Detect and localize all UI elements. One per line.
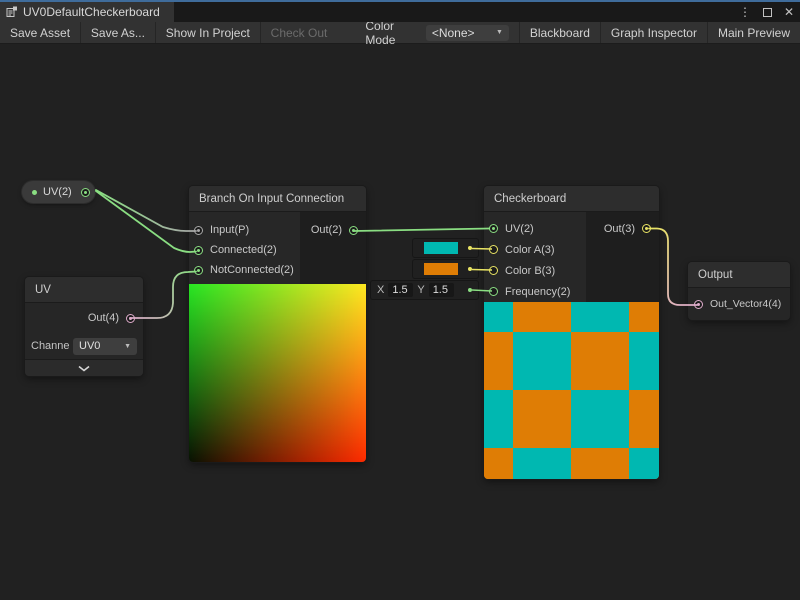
frequency-field: X 1.5 Y 1.5 [371,281,478,299]
y-label: Y [417,284,424,296]
port-checkerboard-out[interactable] [642,224,651,233]
port-notconnected[interactable] [194,266,203,275]
tab-bar: UV0DefaultCheckerboard ⋮ ✕ [0,2,800,22]
port-uv-pill-out[interactable] [81,188,90,197]
color-a-field[interactable] [413,239,478,257]
node-title: UV [25,277,143,303]
node-uv[interactable]: UV Out(4) Channe UV0 ▼ [25,277,143,376]
color-b-swatch[interactable] [424,263,458,275]
chevron-down-icon: ▼ [124,343,131,350]
blackboard-button[interactable]: Blackboard [520,22,600,43]
port-uv-out[interactable] [126,314,135,323]
collapse-chevron-icon [77,365,91,372]
color-mode-label: Color Mode [337,19,425,47]
property-type-dot [32,190,37,195]
node-branch-on-input-connection[interactable]: Branch On Input Connection Input(P) Conn… [189,186,366,462]
main-preview-button[interactable]: Main Preview [708,22,800,43]
node-title: Output [688,262,790,288]
port-frequency[interactable] [489,287,498,296]
shader-graph-icon [6,6,18,18]
pill-label: UV(2) [43,186,72,198]
port-label: NotConnected(2) [210,264,294,276]
close-icon[interactable]: ✕ [784,2,794,22]
check-out-button: Check Out [261,22,338,43]
node-uv-property-pill[interactable]: UV(2) [22,181,95,203]
maximize-icon[interactable] [763,8,772,17]
tab-shader-graph[interactable]: UV0DefaultCheckerboard [0,2,174,22]
port-label: Color B(3) [505,265,555,277]
port-label: UV(2) [505,223,534,235]
frequency-y-input[interactable]: 1.5 [429,283,454,297]
channel-value: UV0 [79,340,100,352]
color-b-field[interactable] [413,260,478,278]
port-label: Input(P) [210,224,249,236]
port-input-p[interactable] [194,226,203,235]
port-color-a[interactable] [489,245,498,254]
connector-dot [468,246,472,250]
node-title: Checkerboard [484,186,659,212]
port-label: Frequency(2) [505,286,570,298]
x-label: X [377,284,384,296]
port-label: Out(2) [311,224,342,236]
uv-gradient-preview [189,284,366,462]
port-connected[interactable] [194,246,203,255]
port-branch-out[interactable] [349,226,358,235]
edge-uvpill-to-input[interactable] [96,190,196,231]
port-label: Out(4) [88,312,119,324]
port-label: Connected(2) [210,244,277,256]
toolbar: Save Asset Save As... Show In Project Ch… [0,22,800,44]
checkerboard-preview [484,302,659,479]
port-color-b[interactable] [489,266,498,275]
frequency-x-input[interactable]: 1.5 [388,283,413,297]
edge-uvpill-to-connected[interactable] [96,191,196,252]
node-checkerboard[interactable]: Checkerboard UV(2) Color A(3) Color B(3)… [484,186,659,479]
port-uv[interactable] [489,224,498,233]
color-a-swatch[interactable] [424,242,458,254]
channel-dropdown[interactable]: UV0 ▼ [73,338,137,355]
save-asset-button[interactable]: Save Asset [0,22,80,43]
color-mode-value: <None> [432,26,475,40]
channel-label: Channe [31,340,73,352]
node-output[interactable]: Output Out_Vector4(4) [688,262,790,320]
save-as-button[interactable]: Save As... [81,22,155,43]
port-out-vector4[interactable] [694,300,703,309]
port-label: Out_Vector4(4) [710,298,781,310]
connector-dot [468,267,472,271]
show-in-project-button[interactable]: Show In Project [156,22,260,43]
port-label: Out(3) [604,223,635,235]
more-options-icon[interactable]: ⋮ [739,2,751,22]
chevron-down-icon: ▼ [496,29,503,36]
edge-branch-to-checkerboard[interactable] [354,229,489,232]
port-label: Color A(3) [505,244,555,256]
collapse-control[interactable] [25,359,143,376]
connector-dot [468,288,472,292]
tab-title: UV0DefaultCheckerboard [23,5,160,19]
color-mode-dropdown[interactable]: <None> ▼ [426,25,509,41]
node-title: Branch On Input Connection [189,186,366,212]
graph-inspector-button[interactable]: Graph Inspector [601,22,707,43]
